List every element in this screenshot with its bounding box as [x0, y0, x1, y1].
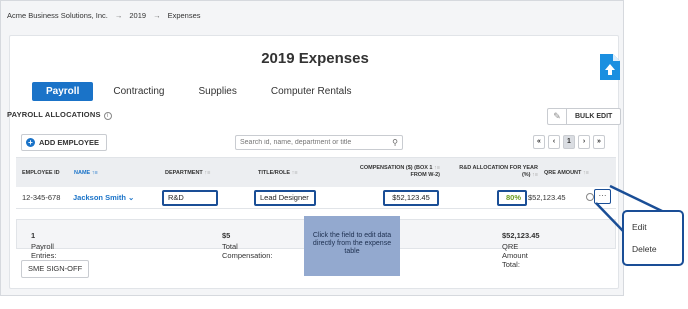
section-title-text: PAYROLL ALLOCATIONS — [7, 110, 101, 119]
search-icon[interactable]: ⚲ — [392, 138, 398, 147]
header-compensation-label-2: FROM W-2) — [410, 172, 440, 178]
header-qre-label: QRE AMOUNT — [544, 170, 582, 176]
qre-total: QRE Amount Total: $52,123.45 — [502, 231, 540, 269]
breadcrumb-current: Expenses — [167, 11, 201, 20]
add-employee-label: ADD EMPLOYEE — [39, 138, 100, 147]
pagination: « ‹ 1 › » — [533, 135, 605, 149]
menu-item-delete[interactable]: Delete — [632, 244, 657, 254]
tab-supplies[interactable]: Supplies — [185, 82, 251, 101]
header-rd-allocation[interactable]: R&D ALLOCATION FOR YEAR (%) ↑≡ — [440, 165, 538, 179]
table-row: 12-345-678 Jackson Smith ⌄ R&D Lead Desi… — [16, 187, 616, 209]
payroll-entries-value: 1 — [31, 231, 36, 240]
header-name-label: NAME — [74, 170, 91, 176]
cell-employee-id: 12-345-678 — [22, 193, 61, 202]
header-employee-id-label: EMPLOYEE ID — [22, 170, 60, 176]
header-compensation[interactable]: COMPENSATION ($) (BOX 1 ↑≡ FROM W-2) — [346, 165, 440, 179]
edit-hint-tooltip: Click the field to edit data directly fr… — [304, 216, 400, 276]
payroll-entries: Payroll Entries: 1 — [31, 231, 56, 260]
header-department-label: DEPARTMENT — [165, 170, 203, 176]
sme-signoff-button[interactable]: SME SIGN-OFF — [21, 260, 90, 278]
row-action-menu: Edit Delete — [622, 210, 684, 266]
total-compensation: Total Compensation: $5 — [222, 231, 272, 260]
header-rd-label-2: (%) — [521, 172, 531, 178]
chevron-down-icon: ⌄ — [128, 193, 135, 202]
first-page-button[interactable]: « — [533, 135, 545, 149]
sort-icon: ↑≡ — [582, 170, 589, 176]
pencil-icon[interactable]: ✎ — [547, 108, 567, 125]
info-icon[interactable]: i — [103, 112, 112, 120]
sort-icon: ↑≡ — [291, 170, 298, 176]
rd-allocation-field[interactable]: 80% — [497, 190, 527, 206]
header-compensation-label: COMPENSATION ($) (BOX 1 — [359, 165, 433, 171]
cell-name[interactable]: Jackson Smith ⌄ — [73, 193, 134, 202]
header-title-role[interactable]: TITLE/ROLE ↑≡ — [258, 170, 298, 177]
header-title-role-label: TITLE/ROLE — [258, 170, 291, 176]
bulk-edit-button[interactable]: BULK EDIT — [567, 108, 622, 125]
cell-qre-amount: $52,123.45 — [528, 193, 566, 202]
search-box: ⚲ — [235, 135, 403, 150]
breadcrumb: Acme Business Solutions, Inc. → 2019 → E… — [7, 11, 201, 20]
total-compensation-value: $5 — [222, 231, 231, 240]
expense-tabs: Payroll Contracting Supplies Computer Re… — [32, 82, 371, 101]
breadcrumb-year[interactable]: 2019 — [129, 11, 146, 20]
qre-total-label: QRE Amount Total: — [502, 242, 528, 269]
tab-computer-rentals[interactable]: Computer Rentals — [257, 82, 366, 101]
section-title: PAYROLL ALLOCATIONS i — [7, 110, 112, 120]
breadcrumb-separator: → — [114, 11, 123, 20]
add-employee-button[interactable]: + ADD EMPLOYEE — [21, 134, 108, 151]
sort-icon: ↑≡ — [532, 172, 538, 178]
search-input[interactable] — [236, 136, 386, 149]
history-icon[interactable] — [586, 193, 594, 201]
current-page-button[interactable]: 1 — [563, 135, 575, 149]
total-compensation-label: Total Compensation: — [222, 242, 273, 260]
compensation-field[interactable]: $52,123.45 — [383, 190, 439, 206]
header-department[interactable]: DEPARTMENT ↑≡ — [165, 170, 210, 177]
sort-active-icon: ↑≡ — [91, 170, 98, 176]
header-qre-amount[interactable]: QRE AMOUNT ↑≡ — [544, 170, 589, 177]
last-page-button[interactable]: » — [593, 135, 605, 149]
qre-total-value: $52,123.45 — [502, 231, 540, 240]
breadcrumb-separator: → — [153, 11, 161, 20]
tab-payroll[interactable]: Payroll — [32, 82, 94, 101]
prev-page-button[interactable]: ‹ — [548, 135, 560, 149]
title-role-field[interactable]: Lead Designer — [254, 190, 316, 206]
row-more-button[interactable]: ··· — [594, 189, 611, 204]
header-employee-id[interactable]: EMPLOYEE ID — [22, 170, 60, 177]
bulk-edit-group: ✎ BULK EDIT — [547, 108, 622, 125]
payroll-entries-label: Payroll Entries: — [31, 242, 57, 260]
sort-icon: ↑≡ — [204, 170, 211, 176]
tab-contracting[interactable]: Contracting — [99, 82, 178, 101]
table-header: EMPLOYEE ID NAME ↑≡ DEPARTMENT ↑≡ TITLE/… — [16, 157, 616, 187]
plus-icon: + — [26, 138, 35, 147]
menu-item-edit[interactable]: Edit — [632, 222, 647, 232]
header-rd-label: R&D ALLOCATION FOR YEAR — [459, 165, 538, 171]
breadcrumb-company[interactable]: Acme Business Solutions, Inc. — [7, 11, 108, 20]
upload-file-icon[interactable] — [600, 54, 620, 80]
department-field[interactable]: R&D — [162, 190, 218, 206]
page-title: 2019 Expenses — [261, 50, 369, 67]
next-page-button[interactable]: › — [578, 135, 590, 149]
header-name[interactable]: NAME ↑≡ — [74, 170, 98, 177]
employee-name: Jackson Smith — [73, 193, 126, 202]
